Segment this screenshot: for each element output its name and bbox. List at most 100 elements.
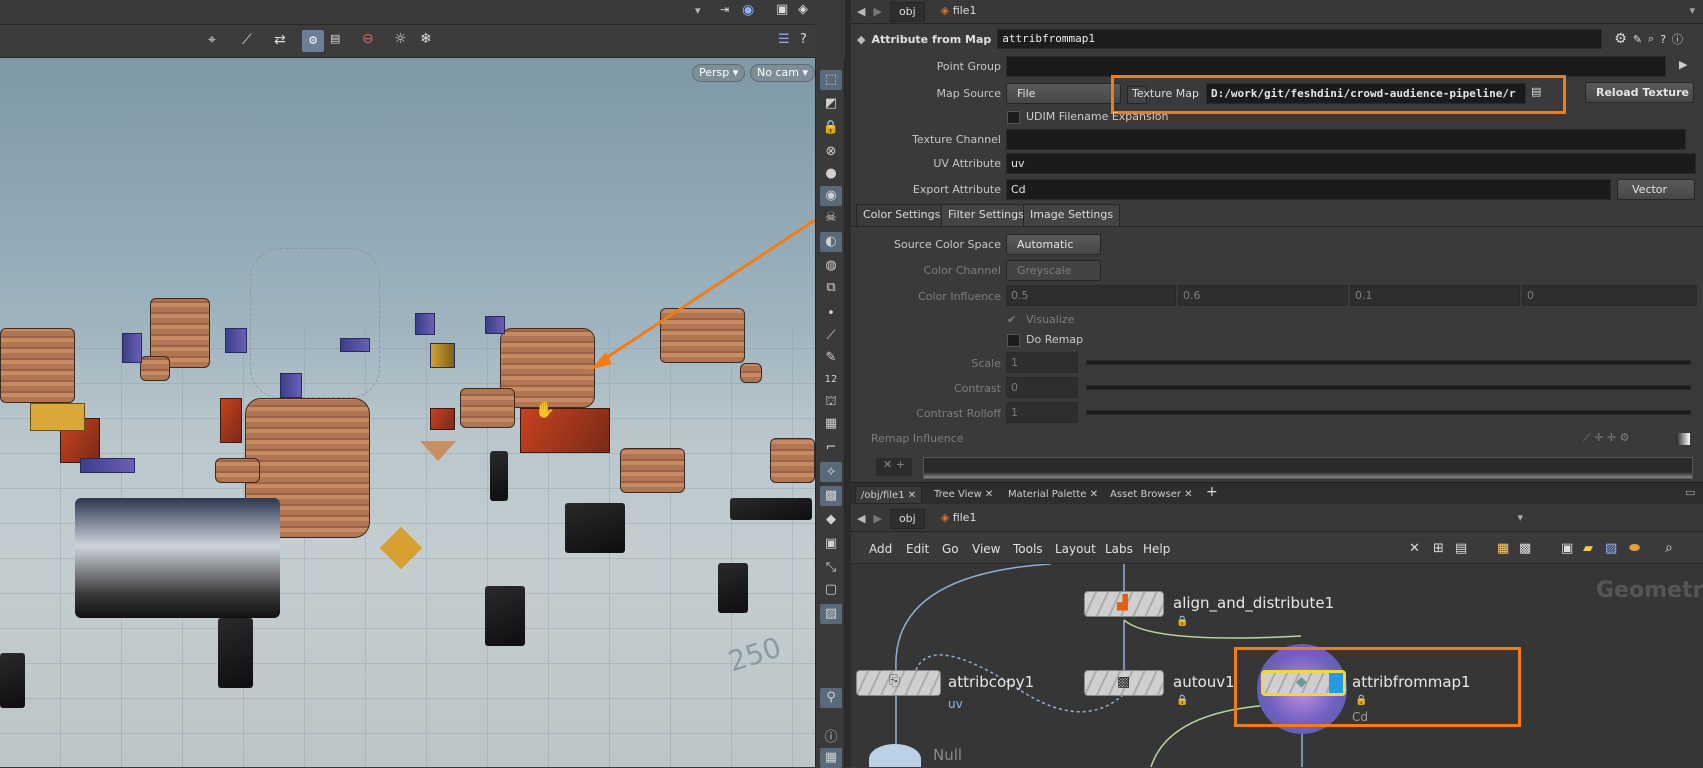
remap-ramp[interactable]: [923, 457, 1693, 479]
arrow-select-icon[interactable]: ▶: [1679, 58, 1687, 71]
color-influence-field[interactable]: 0.1: [1350, 285, 1520, 306]
edge-icon[interactable]: ⟋: [820, 326, 842, 346]
camera-tool-icon[interactable]: ⧉: [820, 278, 842, 298]
pin-icon[interactable]: ⇥: [720, 3, 729, 16]
ramp-tools-icon[interactable]: ⟋ ✛ ✛ ⚙: [1583, 431, 1630, 445]
help-icon[interactable]: ?: [1660, 33, 1666, 46]
menu-go[interactable]: Go: [942, 542, 959, 556]
scale-slider[interactable]: [1086, 360, 1691, 365]
sync-icon[interactable]: ⇄: [274, 32, 286, 48]
udim-checkbox[interactable]: [1007, 111, 1020, 124]
3d-viewport[interactable]: Persp ▾ No cam ▾ 250 ✋: [0, 58, 815, 767]
search-icon[interactable]: ⌕: [1665, 540, 1673, 556]
path-obj[interactable]: obj: [889, 508, 925, 529]
diamond-icon[interactable]: ◆: [820, 510, 842, 530]
pin-tool-icon[interactable]: ⚲: [820, 688, 842, 708]
uv-icon[interactable]: ▣: [820, 534, 842, 554]
tab-obj-file1[interactable]: /obj/file1 ✕: [855, 486, 923, 504]
shading-icon[interactable]: ◐: [820, 232, 842, 252]
texture-channel-field[interactable]: [1006, 129, 1686, 150]
info-icon[interactable]: ⓘ: [1672, 31, 1683, 47]
grid-view-icon[interactable]: ▦: [820, 748, 842, 768]
back-icon[interactable]: ◀: [857, 5, 865, 18]
menu-help[interactable]: Help: [1143, 542, 1170, 556]
grid-icon[interactable]: ▩: [1519, 541, 1531, 556]
light-bulb-icon[interactable]: ◍: [820, 256, 842, 276]
visualize-check-icon[interactable]: ✔: [1007, 313, 1016, 326]
render-icon[interactable]: ◩: [820, 94, 842, 114]
ramp-gradient-icon[interactable]: [1676, 433, 1690, 445]
network-editor[interactable]: Geometry ▟ align_and_distribute1 🔒 ⎘ att…: [851, 564, 1703, 767]
snap-icon[interactable]: ⌖: [208, 32, 216, 48]
uv-attribute-field[interactable]: uv: [1006, 153, 1696, 174]
snap-tool-icon[interactable]: ⟡: [820, 462, 842, 482]
point-icon[interactable]: •: [820, 304, 842, 324]
color-influence-field[interactable]: 0.6: [1178, 285, 1348, 306]
reload-texture-button[interactable]: Reload Texture: [1585, 82, 1694, 103]
forward-icon[interactable]: ▶: [873, 5, 881, 18]
snap-grid-icon[interactable]: ⟋: [242, 32, 252, 48]
scale-field[interactable]: 1: [1006, 352, 1078, 373]
highlight-icon[interactable]: ◉: [820, 186, 842, 206]
node-autouv[interactable]: ▩: [1084, 670, 1164, 696]
menu-layout[interactable]: Layout: [1055, 542, 1096, 556]
palette-icon[interactable]: ▦: [1497, 541, 1509, 556]
tab-color-settings[interactable]: Color Settings: [856, 204, 948, 226]
camera-icon[interactable]: ◈: [798, 2, 808, 17]
sticky-note-icon[interactable]: ▰: [1583, 541, 1593, 556]
frame-icon[interactable]: ▢: [820, 580, 842, 600]
contrast-rolloff-slider[interactable]: [1086, 410, 1691, 415]
wire-icon[interactable]: ▤: [330, 32, 340, 45]
path-node[interactable]: ◈ file1: [933, 2, 985, 22]
info-icon[interactable]: ⓘ: [820, 728, 842, 748]
image-icon[interactable]: ▨: [820, 604, 842, 624]
tree-icon[interactable]: ⊞: [1433, 541, 1444, 556]
path-node[interactable]: ◈ file1: [933, 509, 985, 529]
display-mode-icon[interactable]: ⚙: [302, 30, 324, 52]
menu-view[interactable]: View: [972, 542, 1000, 556]
do-remap-checkbox[interactable]: [1007, 334, 1020, 347]
menu-edit[interactable]: Edit: [906, 542, 929, 556]
back-icon[interactable]: ◀: [857, 512, 865, 525]
select-tool-icon[interactable]: ⬚: [820, 70, 842, 90]
menu-tools[interactable]: Tools: [1013, 542, 1043, 556]
contrast-rolloff-field[interactable]: 1: [1006, 402, 1078, 423]
link-icon[interactable]: ◉: [742, 2, 754, 18]
color-influence-field[interactable]: 0.5: [1006, 285, 1176, 306]
path-obj[interactable]: obj: [889, 1, 925, 22]
contrast-slider[interactable]: [1086, 385, 1691, 390]
tab-image-settings[interactable]: Image Settings: [1023, 204, 1121, 226]
snowflake-icon[interactable]: ❄: [420, 31, 432, 47]
brush-icon[interactable]: ✎: [1633, 33, 1642, 46]
texture-icon[interactable]: ▦: [820, 414, 842, 434]
sphere-icon[interactable]: ●: [820, 164, 842, 184]
layout-icon[interactable]: ▣: [776, 2, 788, 17]
list-icon[interactable]: ▤: [1455, 541, 1467, 556]
image-icon[interactable]: ▣: [1561, 541, 1573, 556]
light-icon[interactable]: ☼: [394, 31, 407, 47]
forward-icon[interactable]: ▶: [873, 512, 881, 525]
path-dropdown-icon[interactable]: ▾: [1689, 4, 1695, 17]
help-icon[interactable]: ?: [800, 32, 807, 47]
options-icon[interactable]: ☰: [778, 32, 790, 47]
map-source-select[interactable]: File: [1006, 83, 1121, 104]
contrast-field[interactable]: 0: [1006, 377, 1078, 398]
no-entry-icon[interactable]: ⊖: [362, 31, 374, 47]
dropdown-arrow-icon[interactable]: ▾: [695, 4, 701, 17]
wrench-icon[interactable]: ✕: [1409, 541, 1420, 556]
color-channel-select[interactable]: Greyscale: [1006, 260, 1101, 281]
source-color-space-select[interactable]: Automatic: [1006, 234, 1101, 255]
paint-icon[interactable]: ⛫: [820, 392, 842, 412]
node-attribcopy[interactable]: ⎘: [856, 670, 941, 696]
checker-icon[interactable]: ▩: [820, 486, 842, 506]
export-attribute-field[interactable]: Cd: [1006, 179, 1611, 200]
ramp-add-remove-icon[interactable]: ✕ +: [876, 458, 912, 476]
gear-icon[interactable]: ⚙: [1614, 31, 1627, 47]
corner-icon[interactable]: ⌐: [820, 438, 842, 458]
lock-icon[interactable]: 🔒: [820, 118, 842, 138]
pane-menu-icon[interactable]: ▭: [1685, 486, 1695, 499]
node-name-field[interactable]: attribfrommap1: [997, 29, 1603, 49]
background-image-icon[interactable]: ▨: [1605, 541, 1617, 556]
export-type-select[interactable]: Vector: [1617, 179, 1695, 200]
ghost-icon[interactable]: ⊗: [820, 142, 842, 162]
